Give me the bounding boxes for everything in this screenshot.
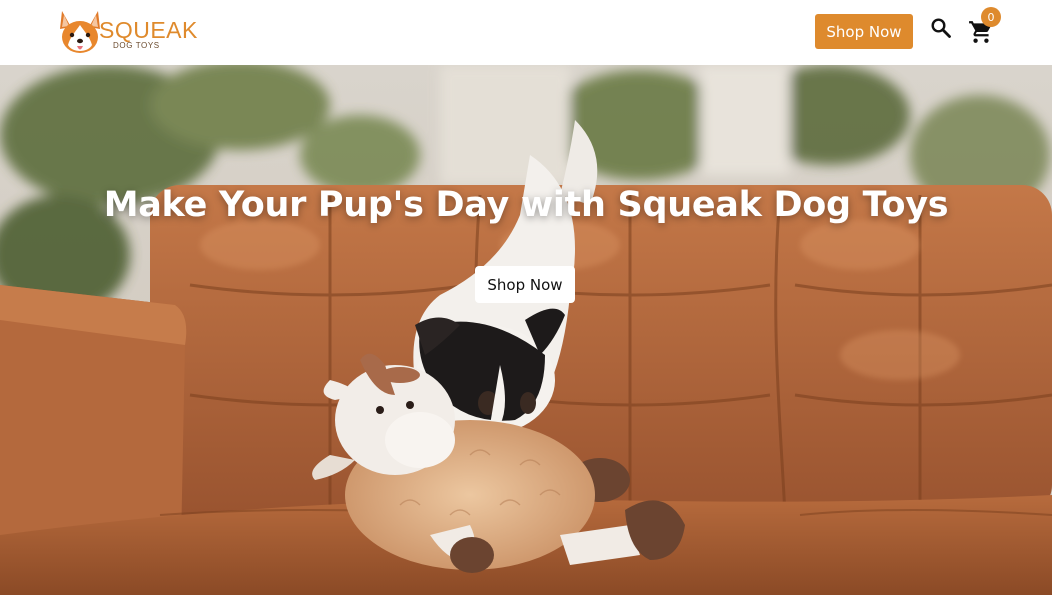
brand-logo[interactable]: SQUEAK DOG TOYS — [56, 7, 197, 57]
site-header: SQUEAK DOG TOYS Shop Now 0 — [0, 0, 1052, 65]
hero-photo — [0, 65, 1052, 595]
cart-count-badge: 0 — [981, 7, 1001, 27]
hero-section: Make Your Pup's Day with Squeak Dog Toys… — [0, 65, 1052, 595]
brand-tagline: DOG TOYS — [113, 41, 160, 50]
search-icon[interactable] — [929, 16, 953, 40]
hero-shop-now-button[interactable]: Shop Now — [475, 266, 575, 303]
corgi-logo-icon — [60, 11, 100, 53]
hero-title: Make Your Pup's Day with Squeak Dog Toys — [103, 185, 949, 225]
brand-name: SQUEAK — [99, 17, 198, 43]
cart-button[interactable]: 0 — [965, 7, 1001, 45]
header-shop-now-button[interactable]: Shop Now — [815, 14, 913, 49]
